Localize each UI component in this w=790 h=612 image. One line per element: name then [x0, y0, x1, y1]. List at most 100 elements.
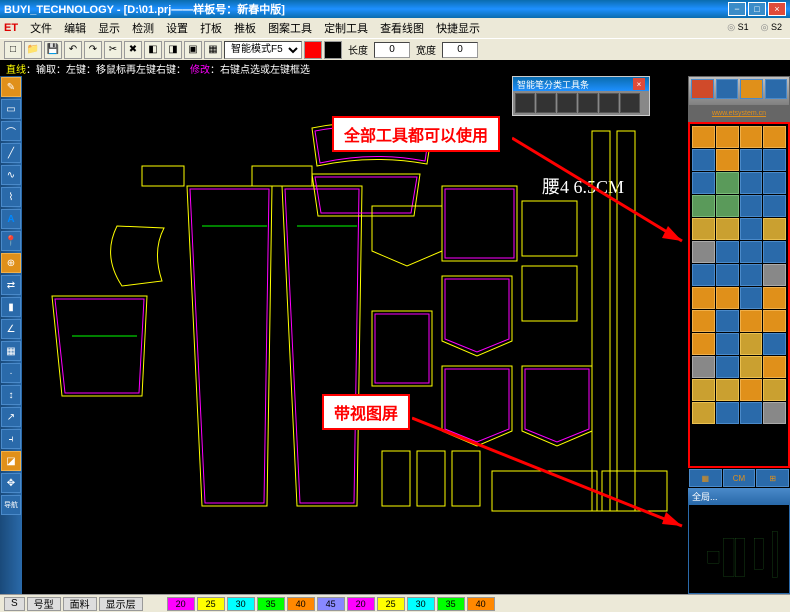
rpt-30[interactable] — [716, 287, 739, 309]
lt-point-icon[interactable]: · — [1, 363, 21, 383]
tool-shape1-icon[interactable]: ◧ — [144, 41, 162, 59]
rp-top-1[interactable] — [691, 79, 714, 99]
rpt-43[interactable] — [740, 356, 763, 378]
tool-shape4-icon[interactable]: ▦ — [204, 41, 222, 59]
rp-mid-1[interactable]: ▦ — [689, 469, 722, 487]
rpt-32[interactable] — [763, 287, 786, 309]
rpt-9[interactable] — [692, 172, 715, 194]
rpt-14[interactable] — [716, 195, 739, 217]
menu-check[interactable]: 检测 — [126, 20, 160, 36]
rpt-49[interactable] — [692, 402, 715, 424]
rpt-3[interactable] — [740, 126, 763, 148]
menu-view[interactable]: 显示 — [92, 20, 126, 36]
rpt-33[interactable] — [692, 310, 715, 332]
rpt-47[interactable] — [740, 379, 763, 401]
sb-layer-tab[interactable]: 显示层 — [99, 597, 143, 611]
rpt-29[interactable] — [692, 287, 715, 309]
sb-sz-9[interactable]: 35 — [437, 597, 465, 611]
lt-wave-icon[interactable]: ⌇ — [1, 187, 21, 207]
lt-measure-icon[interactable]: ↕ — [1, 385, 21, 405]
rpt-40[interactable] — [763, 333, 786, 355]
ft-btn-6[interactable] — [620, 93, 640, 113]
tool-redo-icon[interactable]: ↷ — [84, 41, 102, 59]
sb-sz-8[interactable]: 30 — [407, 597, 435, 611]
sb-sz-6[interactable]: 20 — [347, 597, 375, 611]
rpt-1[interactable] — [692, 126, 715, 148]
rpt-8[interactable] — [763, 149, 786, 171]
rpt-15[interactable] — [740, 195, 763, 217]
lt-divide-icon[interactable]: ⫞ — [1, 429, 21, 449]
menu-settings[interactable]: 设置 — [160, 20, 194, 36]
rpt-27[interactable] — [740, 264, 763, 286]
rpt-28[interactable] — [763, 264, 786, 286]
rpt-17[interactable] — [692, 218, 715, 240]
rpt-5[interactable] — [692, 149, 715, 171]
length-input[interactable] — [374, 42, 410, 58]
lt-angle-icon[interactable]: ∠ — [1, 319, 21, 339]
tool-shape3-icon[interactable]: ▣ — [184, 41, 202, 59]
rpt-20[interactable] — [763, 218, 786, 240]
lt-arrow-icon[interactable]: ↗ — [1, 407, 21, 427]
rpt-52[interactable] — [763, 402, 786, 424]
rpt-26[interactable] — [716, 264, 739, 286]
tool-black-icon[interactable] — [324, 41, 342, 59]
tool-color-icon[interactable] — [304, 41, 322, 59]
maximize-button[interactable]: □ — [748, 2, 766, 16]
rpt-35[interactable] — [740, 310, 763, 332]
lt-piece-icon[interactable]: ◪ — [1, 451, 21, 471]
tool-open-icon[interactable]: 📁 — [24, 41, 42, 59]
sb-sz-0[interactable]: 20 — [167, 597, 195, 611]
rpt-12[interactable] — [763, 172, 786, 194]
sb-sz-2[interactable]: 30 — [227, 597, 255, 611]
lt-line-icon[interactable]: ╱ — [1, 143, 21, 163]
sb-sz-1[interactable]: 25 — [197, 597, 225, 611]
rp-top-3[interactable] — [740, 79, 763, 99]
rpt-7[interactable] — [740, 149, 763, 171]
ft-btn-5[interactable] — [599, 93, 619, 113]
rpt-24[interactable] — [763, 241, 786, 263]
rpt-50[interactable] — [716, 402, 739, 424]
preview-minimap[interactable] — [688, 504, 790, 594]
rpt-6[interactable] — [716, 149, 739, 171]
menu-pattern[interactable]: 打板 — [194, 20, 228, 36]
minimize-button[interactable]: − — [728, 2, 746, 16]
rpt-11[interactable] — [740, 172, 763, 194]
tool-shape2-icon[interactable]: ◨ — [164, 41, 182, 59]
width-input[interactable] — [442, 42, 478, 58]
rpt-36[interactable] — [763, 310, 786, 332]
rpt-23[interactable] — [740, 241, 763, 263]
lt-curve-icon[interactable]: ∿ — [1, 165, 21, 185]
floating-close-icon[interactable]: × — [633, 78, 645, 90]
ft-btn-2[interactable] — [536, 93, 556, 113]
tool-new-icon[interactable]: □ — [4, 41, 22, 59]
floating-toolbar-title[interactable]: 智能笔分类工具条 × — [513, 77, 649, 91]
rp-url-link[interactable]: www.etsystem.cn — [688, 106, 790, 122]
rpt-25[interactable] — [692, 264, 715, 286]
menu-grade[interactable]: 推板 — [228, 20, 262, 36]
menu-edit[interactable]: 编辑 — [58, 20, 92, 36]
rp-top-2[interactable] — [716, 79, 739, 99]
sb-sz-5[interactable]: 45 — [317, 597, 345, 611]
lt-flip-icon[interactable]: ⇄ — [1, 275, 21, 295]
menu-quick-display[interactable]: 快捷显示 — [430, 20, 486, 36]
lt-arc-icon[interactable]: ⌒ — [1, 121, 21, 141]
rpt-48[interactable] — [763, 379, 786, 401]
rpt-51[interactable] — [740, 402, 763, 424]
rpt-18[interactable] — [716, 218, 739, 240]
rpt-45[interactable] — [692, 379, 715, 401]
rpt-19[interactable] — [740, 218, 763, 240]
tool-cut-icon[interactable]: ✂ — [104, 41, 122, 59]
lt-rect-icon[interactable]: ▭ — [1, 99, 21, 119]
rpt-34[interactable] — [716, 310, 739, 332]
rpt-21[interactable] — [692, 241, 715, 263]
rpt-41[interactable] — [692, 356, 715, 378]
tool-undo-icon[interactable]: ↶ — [64, 41, 82, 59]
rpt-16[interactable] — [763, 195, 786, 217]
rpt-4[interactable] — [763, 126, 786, 148]
rpt-10[interactable] — [716, 172, 739, 194]
sb-sz-10[interactable]: 40 — [467, 597, 495, 611]
sb-s[interactable]: S — [4, 597, 25, 611]
sb-sz-4[interactable]: 40 — [287, 597, 315, 611]
menu-image-tool[interactable]: 图案工具 — [262, 20, 318, 36]
tool-save-icon[interactable]: 💾 — [44, 41, 62, 59]
